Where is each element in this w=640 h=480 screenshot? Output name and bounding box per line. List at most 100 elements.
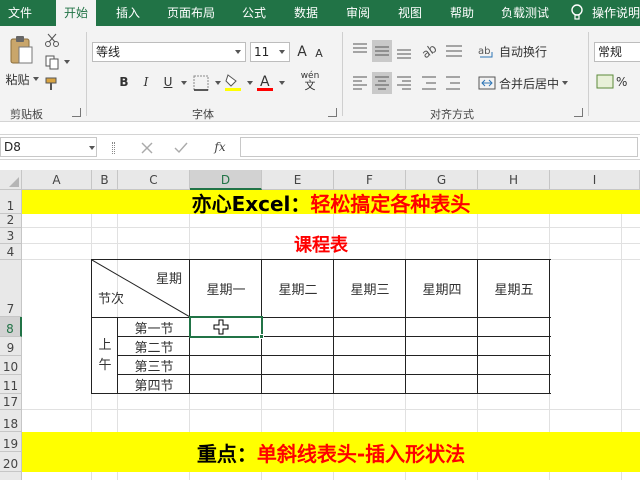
row-header-9[interactable]: 9 <box>0 337 22 356</box>
banner-bottom-prefix: 重点： <box>196 441 257 466</box>
font-color-dropdown[interactable] <box>279 81 285 85</box>
name-box[interactable]: D8 <box>0 137 97 157</box>
name-box-dropdown[interactable] <box>89 146 95 150</box>
svg-text:%: % <box>616 75 627 89</box>
italic-button[interactable]: I <box>138 72 154 92</box>
row-header-4[interactable]: 4 <box>0 244 22 260</box>
table-border <box>91 317 551 318</box>
row-header-8[interactable]: 8 <box>0 317 22 337</box>
increase-font-button[interactable]: A <box>294 42 310 62</box>
horizontal-align-icons[interactable] <box>350 72 468 94</box>
lesson-3: 第三节 <box>134 360 174 375</box>
fill-color-icon[interactable] <box>224 72 242 92</box>
clipboard-group-label: 剪贴板 <box>10 108 43 121</box>
row-header-11[interactable]: 11 <box>0 375 22 394</box>
table-title: 课程表 <box>294 235 348 256</box>
font-size-select[interactable]: 11 <box>250 42 290 62</box>
enter-icon[interactable] <box>174 141 188 155</box>
tab-file[interactable]: 文件 <box>0 0 40 26</box>
banner-top-prefix: 亦心Excel： <box>191 191 311 216</box>
tab-page-layout[interactable]: 页面布局 <box>160 0 222 26</box>
period-top-char: 上 <box>98 337 112 353</box>
font-name-select[interactable]: 等线 <box>92 42 246 62</box>
paste-label[interactable]: 粘贴 <box>4 70 40 88</box>
alignment-launcher[interactable] <box>574 108 583 117</box>
tab-review[interactable]: 审阅 <box>338 0 378 26</box>
cancel-icon[interactable] <box>140 141 154 155</box>
orientation-icon[interactable]: ab <box>420 40 468 62</box>
copy-dropdown[interactable] <box>64 60 70 64</box>
wrap-text-label: 自动换行 <box>499 44 548 59</box>
row-header-20[interactable]: 20 <box>0 452 22 472</box>
bold-button[interactable]: B <box>116 72 132 92</box>
table-border <box>91 259 551 260</box>
column-header-a[interactable]: A <box>22 170 92 190</box>
day-header-wed: 星期三 <box>350 283 390 298</box>
font-name-value: 等线 <box>96 45 121 59</box>
column-header-i[interactable]: I <box>550 170 640 190</box>
column-header-c[interactable]: C <box>118 170 190 190</box>
insert-function-button[interactable]: fx <box>208 138 232 156</box>
tab-help[interactable]: 帮助 <box>442 0 482 26</box>
vertical-align-icons[interactable] <box>350 40 414 62</box>
chevron-down-icon <box>231 43 245 61</box>
tab-view[interactable]: 视图 <box>390 0 430 26</box>
currency-format-icon[interactable]: % <box>596 72 636 92</box>
ribbon-tab-bar: 文件 开始 插入 页面布局 公式 数据 审阅 视图 帮助 负载测试 操作说明 <box>0 0 640 27</box>
formula-input[interactable] <box>240 137 638 157</box>
fill-color-dropdown[interactable] <box>247 81 253 85</box>
diagonal-header-cell[interactable]: 星期 节次 <box>92 260 190 317</box>
worksheet-grid[interactable]: A B C D E F G H I 1 2 3 4 7 8 9 10 11 17… <box>0 170 640 480</box>
underline-icon: U <box>163 75 173 89</box>
format-painter-icon[interactable] <box>44 76 60 92</box>
header-section-label: 节次 <box>98 292 125 307</box>
table-border <box>333 259 334 394</box>
phonetic-button[interactable]: wén 文 <box>296 70 324 92</box>
fill-handle[interactable] <box>259 334 264 339</box>
tab-load-test[interactable]: 负载测试 <box>494 0 556 26</box>
group-separator <box>588 32 589 116</box>
table-border <box>91 393 551 394</box>
formula-bar-grip[interactable] <box>112 142 115 154</box>
group-separator <box>342 32 343 116</box>
tab-home[interactable]: 开始 <box>56 0 96 27</box>
lesson-1: 第一节 <box>134 321 174 337</box>
merge-center-label: 合并后居中 <box>499 76 560 91</box>
table-border <box>117 355 551 356</box>
select-all-corner[interactable] <box>0 170 22 190</box>
row-header-17[interactable]: 17 <box>0 394 22 410</box>
merge-center-button[interactable]: 合并后居中 <box>478 72 568 94</box>
decrease-font-button[interactable]: A <box>312 44 326 62</box>
lesson-4: 第四节 <box>134 379 174 394</box>
column-header-b[interactable]: B <box>92 170 118 190</box>
underline-button[interactable]: U <box>160 72 176 92</box>
table-border <box>477 259 478 394</box>
svg-text:ab: ab <box>420 41 439 61</box>
number-format-select[interactable]: 常规 <box>594 42 640 62</box>
row-header-1[interactable]: 1 <box>0 190 22 214</box>
column-header-h[interactable]: H <box>478 170 550 190</box>
tab-tell-me[interactable]: 操作说明 <box>592 0 640 26</box>
tab-data[interactable]: 数据 <box>286 0 326 26</box>
row-header-2[interactable]: 2 <box>0 213 22 228</box>
table-border <box>117 374 551 375</box>
wrap-text-button[interactable]: ab 自动换行 <box>478 40 552 62</box>
banner-top: 亦心Excel： 轻松搞定各种表头 <box>22 190 640 216</box>
tab-insert[interactable]: 插入 <box>108 0 148 26</box>
row-header-18[interactable]: 18 <box>0 410 22 432</box>
clipboard-launcher[interactable] <box>72 108 81 117</box>
paste-button[interactable] <box>6 32 36 70</box>
row-header-7[interactable]: 7 <box>0 260 22 317</box>
font-launcher[interactable] <box>328 108 337 117</box>
tab-formulas[interactable]: 公式 <box>234 0 274 26</box>
borders-dropdown[interactable] <box>215 81 221 85</box>
font-color-icon[interactable]: A <box>256 72 274 92</box>
row-header-10[interactable]: 10 <box>0 356 22 375</box>
row-header-19[interactable]: 19 <box>0 432 22 452</box>
lightbulb-icon[interactable] <box>570 4 584 22</box>
copy-icon[interactable] <box>44 54 60 70</box>
underline-dropdown[interactable] <box>181 81 187 85</box>
row-header-3[interactable]: 3 <box>0 228 22 244</box>
cut-icon[interactable] <box>44 32 60 48</box>
borders-icon[interactable] <box>192 74 210 92</box>
